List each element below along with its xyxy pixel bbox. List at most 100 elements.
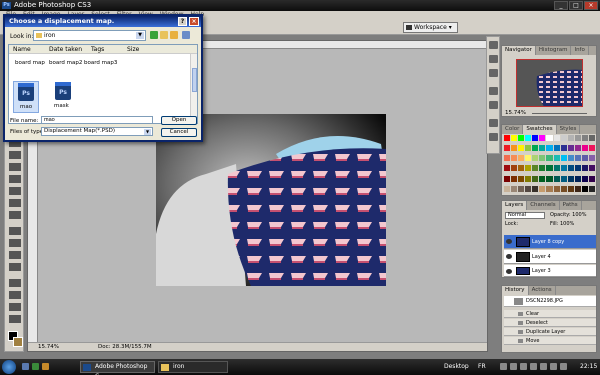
swatch[interactable] — [504, 145, 511, 152]
swatch[interactable] — [567, 145, 574, 152]
swatch[interactable] — [518, 155, 525, 162]
swatch[interactable] — [539, 165, 546, 172]
actions-panel-icon[interactable] — [489, 55, 498, 63]
up-folder-icon[interactable] — [160, 31, 168, 39]
background-color-swatch[interactable] — [13, 337, 23, 347]
quick-launch-icon[interactable] — [22, 363, 29, 370]
history-snapshot[interactable]: DSCN2298.JPG — [504, 296, 596, 307]
eyedropper-tool-icon[interactable] — [9, 291, 21, 299]
swatch[interactable] — [504, 155, 511, 162]
tab-navigator[interactable]: Navigator — [502, 46, 536, 55]
swatch[interactable] — [525, 175, 532, 182]
gradient-tool-icon[interactable] — [9, 187, 21, 195]
swatch[interactable] — [532, 165, 539, 172]
swatch[interactable] — [560, 155, 567, 162]
layer-row[interactable]: Layer 3 — [504, 265, 596, 277]
character-panel-icon[interactable] — [489, 87, 498, 95]
view-menu-icon[interactable] — [182, 31, 190, 39]
history-item[interactable]: Clear — [504, 310, 596, 318]
navigator-zoom-value[interactable]: 15.74% — [505, 110, 526, 116]
swatch[interactable] — [560, 165, 567, 172]
taskbar-iron-folder[interactable]: iron — [158, 361, 228, 373]
swatch[interactable] — [532, 135, 539, 141]
tray-icon[interactable] — [530, 363, 537, 370]
tab-channels[interactable]: Channels — [527, 201, 560, 210]
swatch[interactable] — [525, 185, 532, 192]
workspace-dropdown[interactable]: Workspace ▾ — [403, 22, 458, 33]
file-item[interactable]: Ps mask — [51, 81, 77, 113]
file-item-selected[interactable]: Ps mao — [13, 81, 39, 113]
swatch[interactable] — [546, 175, 553, 182]
swatch[interactable] — [567, 135, 574, 141]
swatch[interactable] — [546, 135, 553, 141]
swatch[interactable] — [560, 175, 567, 182]
fill-control[interactable]: Fill: 100% — [550, 221, 574, 227]
swatch[interactable] — [518, 175, 525, 182]
swatch[interactable] — [553, 145, 560, 152]
minimize-button[interactable]: _ — [554, 1, 568, 10]
swatch[interactable] — [525, 135, 532, 141]
swatch[interactable] — [560, 135, 567, 141]
swatch[interactable] — [553, 135, 560, 141]
swatch[interactable] — [574, 155, 581, 162]
notes-tool-icon[interactable] — [9, 279, 21, 287]
opacity-value[interactable]: 100% — [572, 212, 586, 218]
swatch[interactable] — [518, 185, 525, 192]
swatch[interactable] — [539, 185, 546, 192]
path-selection-tool-icon[interactable] — [9, 251, 21, 259]
swatch[interactable] — [560, 145, 567, 152]
swatch[interactable] — [553, 185, 560, 192]
swatch[interactable] — [546, 165, 553, 172]
pen-tool-icon[interactable] — [9, 227, 21, 235]
cancel-button[interactable]: Cancel — [161, 128, 197, 137]
swatch[interactable] — [581, 165, 588, 172]
scrollbar-thumb[interactable] — [192, 68, 197, 92]
blur-tool-icon[interactable] — [9, 199, 21, 207]
tray-icon[interactable] — [540, 363, 547, 370]
swatch[interactable] — [581, 175, 588, 182]
close-button[interactable]: × — [584, 1, 598, 10]
navigator-zoom-slider[interactable] — [532, 113, 587, 114]
files-of-type-select[interactable]: Displacement Map(*.PSD) ▼ — [41, 127, 153, 136]
swatch[interactable] — [567, 185, 574, 192]
clone-stamp-tool-icon[interactable] — [9, 151, 21, 159]
file-item[interactable]: board map2 — [49, 60, 82, 66]
swatch[interactable] — [546, 155, 553, 162]
swatch[interactable] — [588, 165, 595, 172]
file-list-scrollbar[interactable] — [190, 54, 197, 123]
swatch[interactable] — [532, 155, 539, 162]
swatch[interactable] — [581, 145, 588, 152]
new-folder-icon[interactable] — [170, 31, 178, 39]
swatch[interactable] — [518, 165, 525, 172]
column-name[interactable]: Name — [13, 45, 31, 54]
visibility-eye-icon[interactable] — [506, 254, 512, 259]
swatch[interactable] — [553, 165, 560, 172]
swatch[interactable] — [532, 185, 539, 192]
history-brush-tool-icon[interactable] — [9, 163, 21, 171]
swatch[interactable] — [525, 145, 532, 152]
swatch[interactable] — [588, 135, 595, 141]
swatch[interactable] — [546, 145, 553, 152]
tab-actions[interactable]: Actions — [529, 286, 556, 295]
quick-launch-icon[interactable] — [42, 363, 49, 370]
swatch[interactable] — [504, 135, 511, 141]
swatch[interactable] — [504, 185, 511, 192]
swatch[interactable] — [511, 175, 518, 182]
swatch[interactable] — [525, 155, 532, 162]
zoom-level[interactable]: 15.74% — [38, 343, 59, 352]
swatch[interactable] — [518, 135, 525, 141]
swatch[interactable] — [511, 165, 518, 172]
swatch[interactable] — [588, 155, 595, 162]
swatch[interactable] — [553, 155, 560, 162]
clock[interactable]: 22:15 — [580, 361, 597, 373]
tray-icon[interactable] — [500, 363, 507, 370]
swatch[interactable] — [567, 155, 574, 162]
zoom-tool-icon[interactable] — [9, 315, 21, 323]
shape-tool-icon[interactable] — [9, 263, 21, 271]
swatch[interactable] — [588, 185, 595, 192]
column-date-taken[interactable]: Date taken — [49, 45, 82, 54]
type-tool-icon[interactable] — [9, 239, 21, 247]
tab-paths[interactable]: Paths — [560, 201, 582, 210]
open-button[interactable]: Open — [161, 116, 197, 125]
tab-histogram[interactable]: Histogram — [536, 46, 572, 55]
